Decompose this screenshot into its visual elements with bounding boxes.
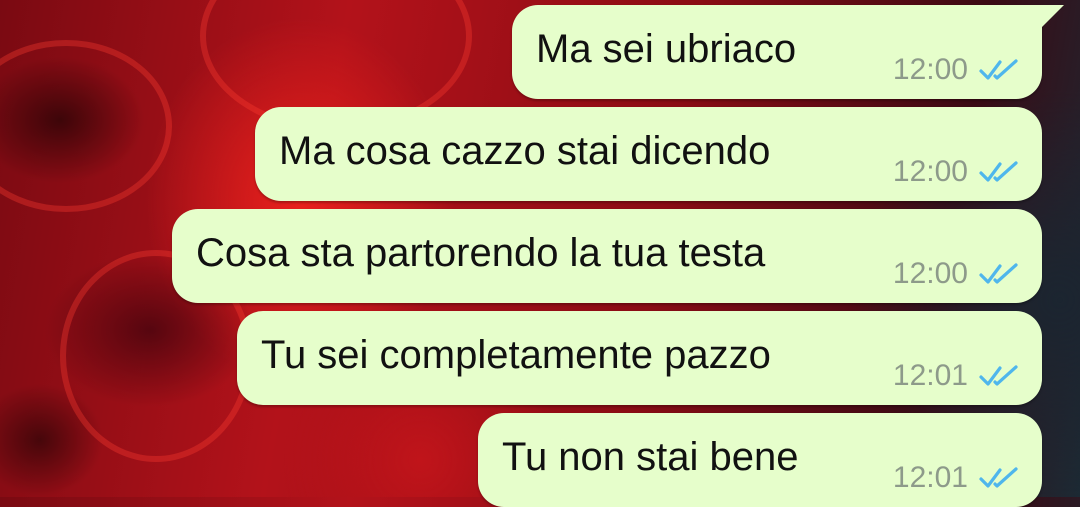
outgoing-message-bubble[interactable]: Tu non stai bene 12:01 [478,413,1042,507]
double-check-read-icon [979,161,1018,182]
bubble-tail [1042,5,1064,27]
double-check-read-icon [979,467,1018,488]
outgoing-message-bubble[interactable]: Tu sei completamente pazzo 12:01 [237,311,1042,405]
message-time: 12:00 [892,53,968,86]
outgoing-message-bubble[interactable]: Cosa sta partorendo la tua testa 12:00 [172,209,1042,303]
double-check-read-icon [979,59,1018,80]
chat-message-list[interactable]: Ma sei ubriaco 12:00 Ma cosa cazzo stai … [0,0,1080,507]
double-check-read-icon [979,365,1018,386]
message-meta: 12:00 [893,53,1020,87]
message-meta: 12:01 [893,461,1020,495]
message-text: Ma sei ubriaco [536,27,797,71]
message-meta: 12:00 [893,155,1020,189]
message-time: 12:01 [892,461,968,494]
message-text: Tu non stai bene [502,435,799,479]
outgoing-message-bubble[interactable]: Ma sei ubriaco 12:00 [512,5,1064,99]
message-text: Ma cosa cazzo stai dicendo [279,129,771,173]
outgoing-message-bubble[interactable]: Ma cosa cazzo stai dicendo 12:00 [255,107,1042,201]
message-time: 12:00 [892,257,968,290]
message-time: 12:00 [892,155,968,188]
message-meta: 12:00 [893,257,1020,291]
double-check-read-icon [979,263,1018,284]
message-time: 12:01 [892,359,968,392]
message-text: Cosa sta partorendo la tua testa [196,231,766,275]
message-meta: 12:01 [893,359,1020,393]
message-text: Tu sei completamente pazzo [261,333,771,377]
